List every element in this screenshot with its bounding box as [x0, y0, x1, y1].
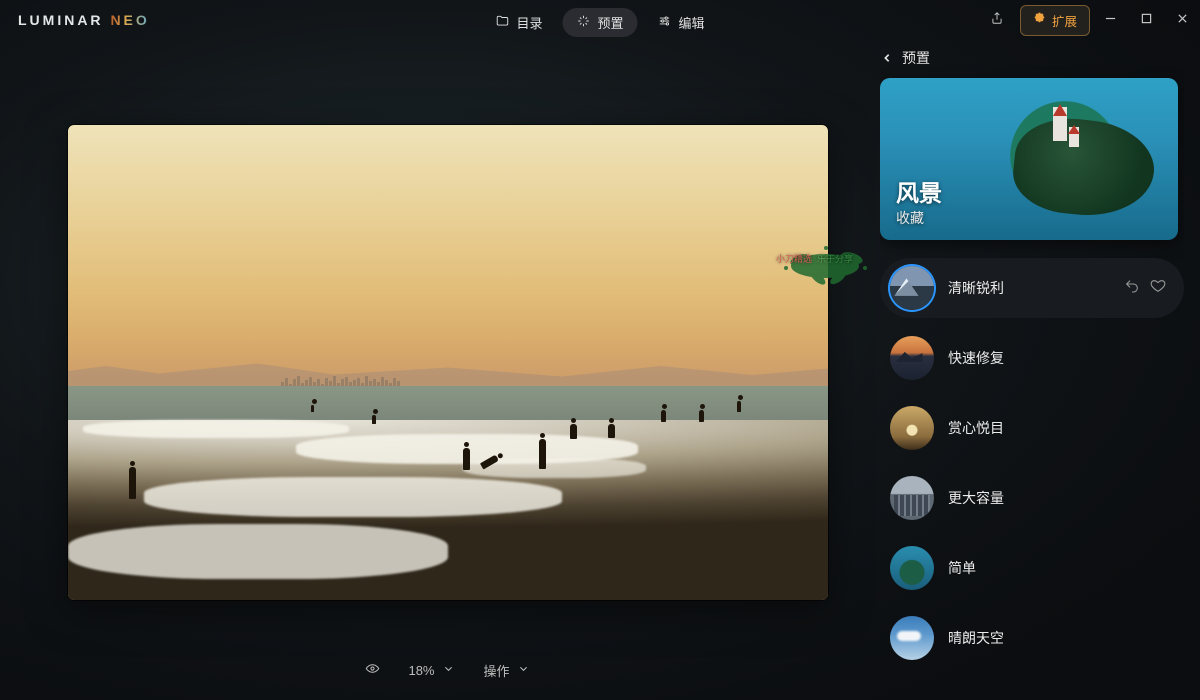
actions-label: 操作	[484, 661, 510, 680]
window-minimize-button[interactable]	[1092, 0, 1128, 40]
undo-icon[interactable]	[1124, 278, 1140, 299]
chevron-left-icon	[882, 50, 892, 66]
preset-label: 更大容量	[948, 488, 1174, 508]
collection-caption: 风景 收藏	[896, 174, 942, 228]
mode-edit[interactable]: 编辑	[644, 8, 719, 37]
preset-thumb	[890, 266, 934, 310]
window-maximize-button[interactable]	[1128, 0, 1164, 40]
preset-item[interactable]: 更大容量	[880, 468, 1184, 528]
eye-icon	[365, 661, 380, 679]
preset-thumb	[890, 546, 934, 590]
mode-presets-label: 预置	[597, 13, 623, 32]
window-close-button[interactable]	[1164, 0, 1200, 40]
canvas[interactable]	[68, 125, 828, 600]
preset-list: 清晰锐利快速修复赏心悦目更大容量简单晴朗天空	[880, 258, 1184, 668]
actions-dropdown[interactable]: 操作	[484, 661, 531, 680]
mode-catalog[interactable]: 目录	[481, 8, 556, 37]
preset-actions	[1124, 278, 1174, 299]
preset-item[interactable]: 晴朗天空	[880, 608, 1184, 668]
preset-thumb	[890, 406, 934, 450]
collection-subtitle: 收藏	[896, 208, 942, 228]
preset-label: 简单	[948, 558, 1174, 578]
titlebar: LUMINAR NEO 目录 预置 编辑	[0, 0, 1200, 40]
preset-collection-card[interactable]: 风景 收藏	[880, 78, 1178, 240]
preset-thumb	[890, 616, 934, 660]
preset-item[interactable]: 简单	[880, 538, 1184, 598]
compare-toggle[interactable]	[365, 661, 380, 679]
preset-label: 清晰锐利	[948, 278, 1110, 298]
share-button[interactable]	[982, 5, 1012, 35]
sparkles-icon	[576, 14, 590, 31]
mode-switcher: 目录 预置 编辑	[481, 8, 718, 37]
titlebar-right: 扩展	[982, 0, 1090, 40]
puzzle-icon	[1033, 12, 1046, 28]
preset-item[interactable]: 赏心悦目	[880, 398, 1184, 458]
preset-label: 快速修复	[948, 348, 1174, 368]
mode-edit-label: 编辑	[679, 13, 705, 32]
preset-thumb	[890, 476, 934, 520]
panel-back-label: 预置	[902, 48, 930, 68]
preset-thumb	[890, 336, 934, 380]
mode-catalog-label: 目录	[516, 13, 542, 32]
minimize-icon	[1105, 11, 1116, 29]
mode-presets[interactable]: 预置	[562, 8, 637, 37]
chevron-down-icon	[441, 661, 456, 679]
share-icon	[990, 11, 1004, 30]
preset-item[interactable]: 清晰锐利	[880, 258, 1184, 318]
heart-icon[interactable]	[1150, 278, 1166, 299]
app-logo: LUMINAR NEO	[18, 12, 150, 28]
zoom-dropdown[interactable]: 18%	[408, 661, 455, 679]
window-controls	[1092, 0, 1200, 40]
presets-panel: 预置 风景 收藏 清晰锐利快速修复赏心悦目更大容量简单晴朗天空	[880, 48, 1184, 700]
collection-title: 风景	[896, 174, 942, 208]
close-icon	[1177, 11, 1188, 29]
zoom-value: 18%	[408, 663, 434, 678]
extensions-label: 扩展	[1052, 11, 1077, 30]
folder-icon	[495, 14, 509, 31]
maximize-icon	[1141, 11, 1152, 29]
chevron-down-icon	[516, 661, 531, 679]
preset-item[interactable]: 快速修复	[880, 328, 1184, 388]
preset-label: 晴朗天空	[948, 628, 1174, 648]
photo-preview	[68, 125, 828, 600]
preset-label: 赏心悦目	[948, 418, 1174, 438]
sliders-icon	[658, 14, 672, 31]
extensions-button[interactable]: 扩展	[1020, 5, 1090, 36]
panel-back-button[interactable]: 预置	[880, 48, 1184, 68]
bottom-bar: 18% 操作	[68, 656, 828, 684]
